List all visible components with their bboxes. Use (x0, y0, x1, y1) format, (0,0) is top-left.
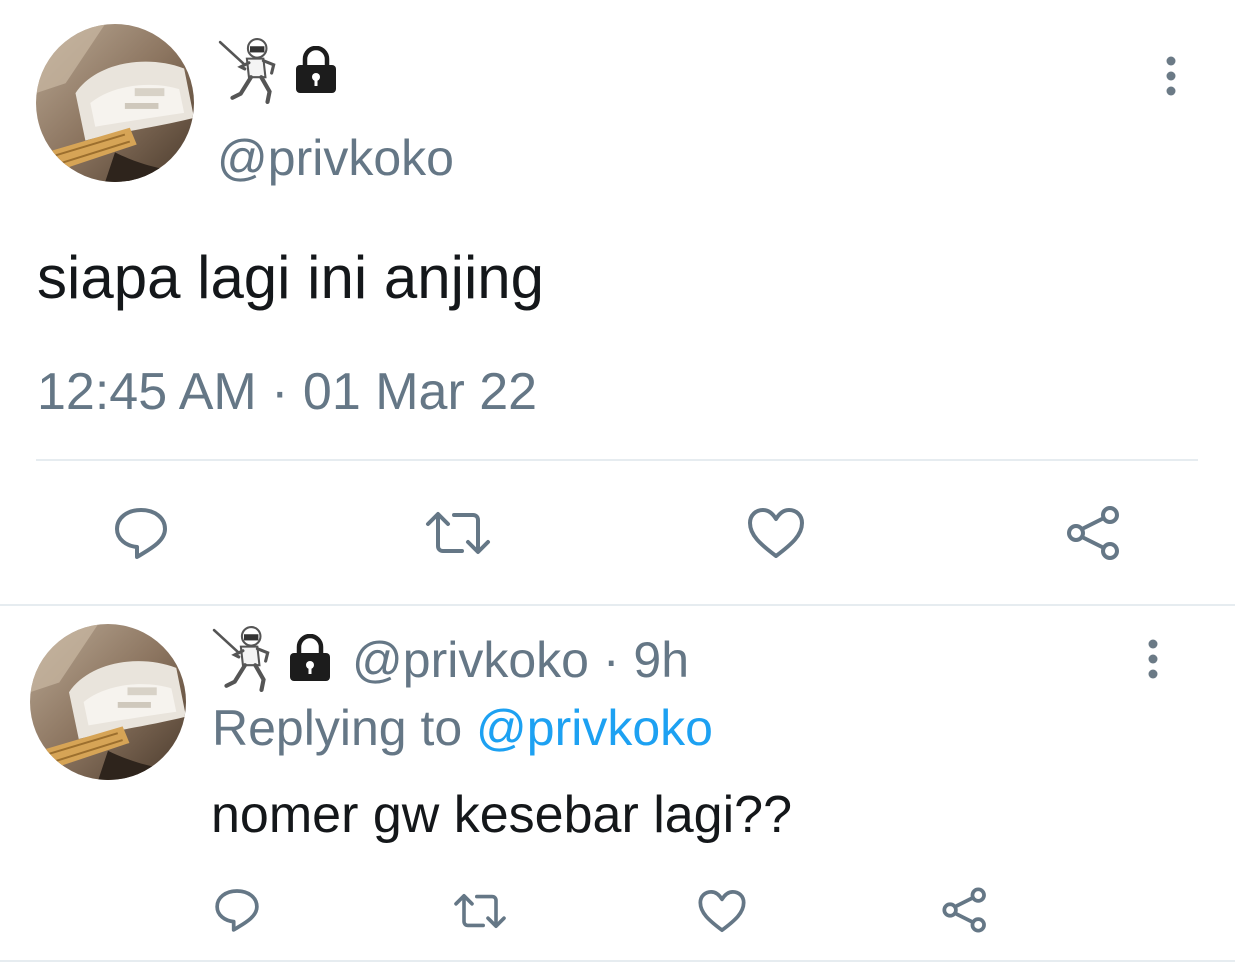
fencer-icon (218, 38, 284, 104)
replying-to-label: Replying to (212, 700, 477, 756)
like-icon[interactable] (746, 506, 806, 560)
tweet-separator (0, 604, 1235, 606)
replying-to: Replying to @privkoko (212, 698, 713, 758)
reply-avatar[interactable] (30, 624, 186, 780)
separator-dot: · (588, 632, 634, 688)
fencer-icon (212, 626, 278, 692)
more-vertical-icon[interactable] (1158, 55, 1184, 97)
username-handle[interactable]: @privkoko (217, 128, 454, 188)
reply-icon[interactable] (112, 504, 170, 562)
reply-header: @privkoko · 9h (352, 630, 689, 690)
tweet-timestamp[interactable]: 12:45 AM · 01 Mar 22 (37, 361, 537, 423)
share-icon[interactable] (940, 886, 990, 934)
retweet-icon[interactable] (424, 508, 492, 558)
tweet-age[interactable]: 9h (633, 632, 689, 688)
tweet-text: nomer gw kesebar lagi?? (211, 786, 792, 844)
username-handle[interactable]: @privkoko (352, 632, 589, 688)
lock-icon (294, 46, 338, 94)
tweet-text: siapa lagi ini anjing (37, 244, 545, 311)
mention-link[interactable]: @privkoko (476, 700, 713, 756)
share-icon[interactable] (1064, 504, 1124, 562)
divider (36, 459, 1198, 461)
more-vertical-icon[interactable] (1140, 638, 1166, 680)
avatar[interactable] (36, 24, 194, 182)
like-icon[interactable] (697, 888, 747, 934)
bottom-divider (0, 960, 1235, 962)
retweet-icon[interactable] (452, 891, 508, 931)
lock-icon (288, 634, 332, 682)
reply-icon[interactable] (213, 886, 261, 934)
